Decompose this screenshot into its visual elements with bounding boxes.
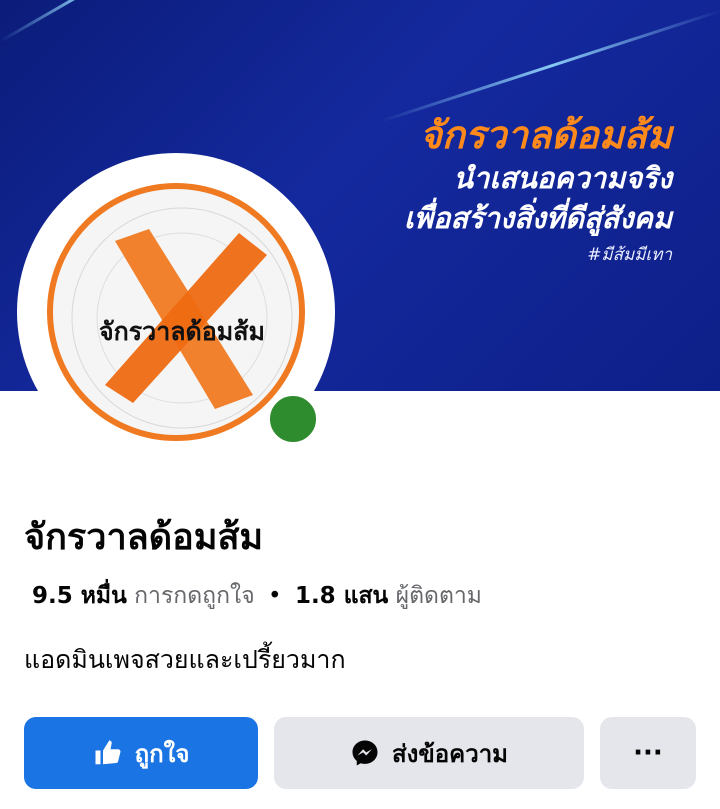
likes-label[interactable]: การกดถูกใจ <box>134 583 255 609</box>
online-status-dot <box>267 393 319 445</box>
page-stats: 9.5 หมื่น การกดถูกใจ • 1.8 แสน ผู้ติดตาม <box>32 578 482 614</box>
avatar-label: จักรวาลด้อมส้ม <box>98 317 266 346</box>
profile-avatar[interactable]: จักรวาลด้อมส้ม <box>17 153 335 471</box>
stats-separator: • <box>268 583 282 609</box>
more-dots-icon: ··· <box>633 738 663 768</box>
avatar-logo: จักรวาลด้อมส้ม <box>47 183 305 441</box>
likes-count: 9.5 หมื่น <box>32 583 127 609</box>
cover-subtitle-1: นำเสนอความจริง <box>453 161 672 195</box>
followers-label[interactable]: ผู้ติดตาม <box>396 583 482 609</box>
page-title: จักรวาลด้อมส้ม <box>24 517 264 558</box>
followers-count: 1.8 แสน <box>294 583 389 609</box>
thumbs-up-icon <box>95 740 121 765</box>
messenger-icon <box>352 740 378 766</box>
light-streak <box>379 8 720 123</box>
cover-text: จักรวาลด้อมส้ม นำเสนอความจริง เพื่อสร้าง… <box>404 112 672 272</box>
cover-hashtag: #มีส้มมีเทา <box>587 245 672 265</box>
page-bio: แอดมินเพจสวยและเปรี้ยวมาก <box>24 645 346 674</box>
like-button[interactable]: ถูกใจ <box>24 717 258 789</box>
cover-title: จักรวาลด้อมส้ม <box>419 113 672 157</box>
send-message-button[interactable]: ส่งข้อความ <box>274 717 584 789</box>
cover-subtitle-2: เพื่อสร้างสิ่งที่ดีสู่สังคม <box>403 201 672 235</box>
like-button-label: ถูกใจ <box>134 739 190 768</box>
light-streak <box>0 0 174 43</box>
send-message-label: ส่งข้อความ <box>391 739 508 768</box>
more-options-button[interactable]: ··· <box>600 717 696 789</box>
